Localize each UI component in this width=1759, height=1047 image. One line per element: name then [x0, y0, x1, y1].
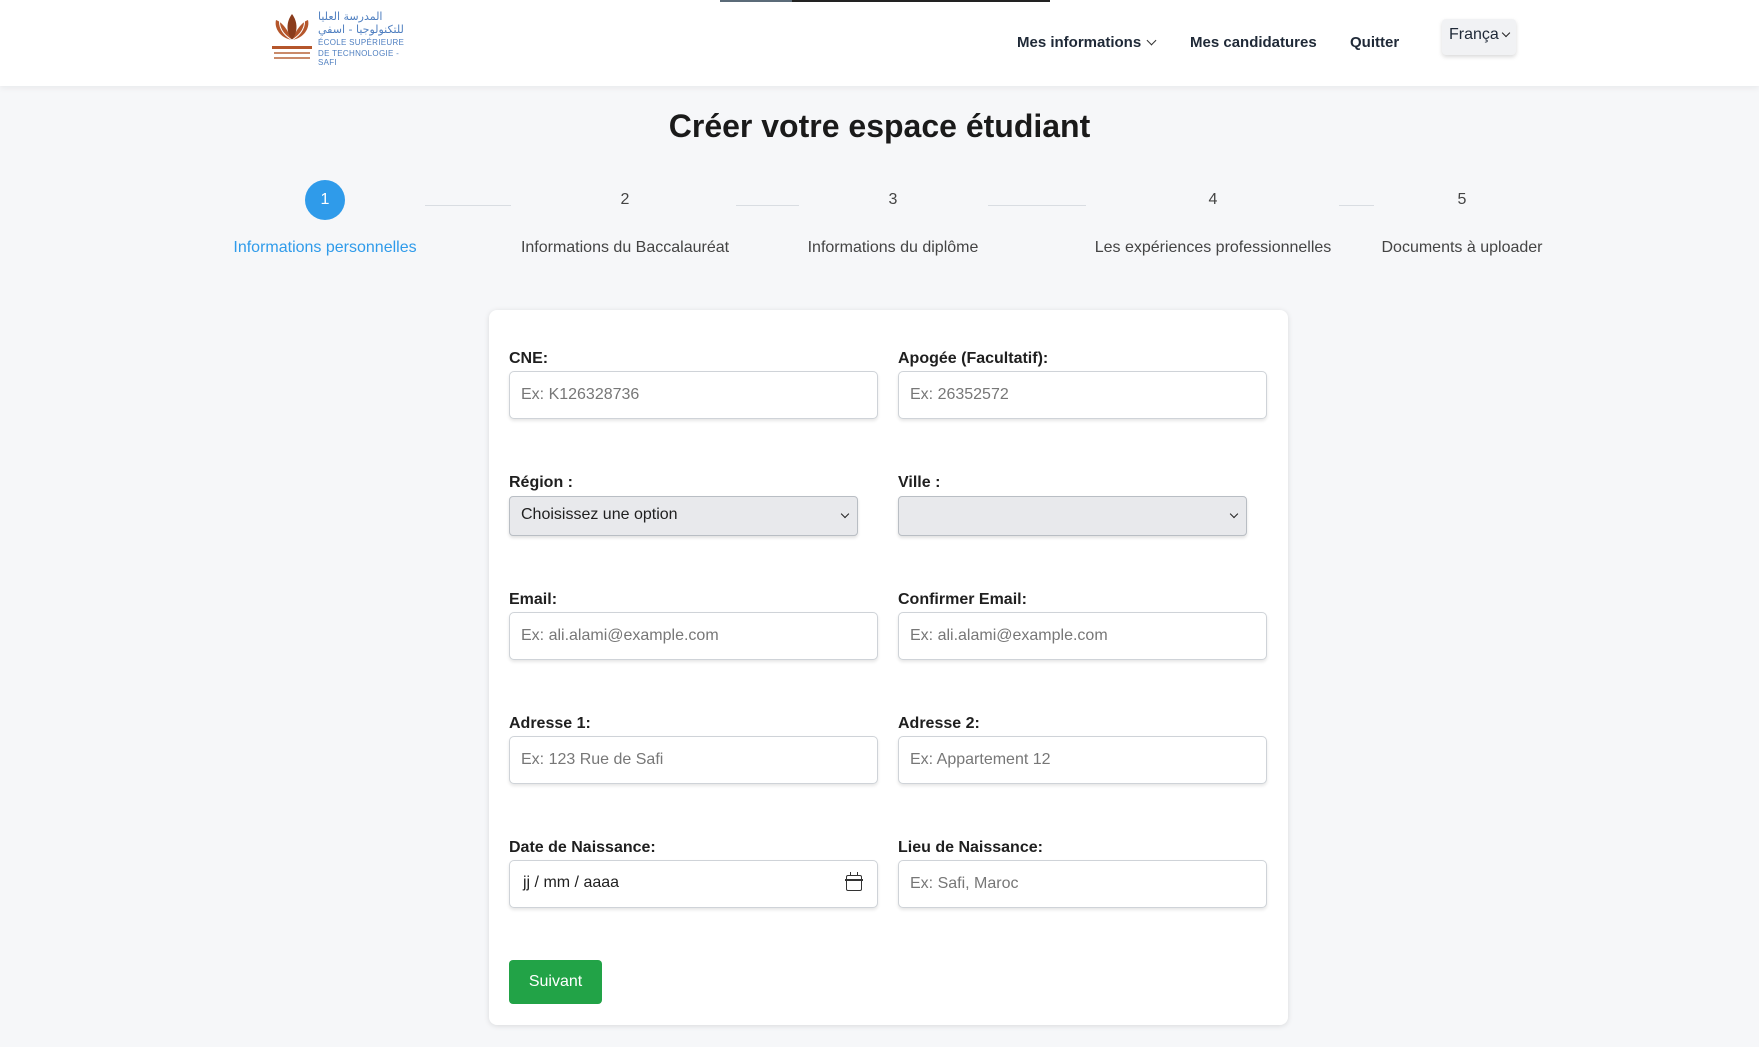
- suivant-button[interactable]: Suivant: [509, 960, 602, 1004]
- step-3[interactable]: 3 Informations du diplôme: [790, 180, 996, 257]
- step-connector: [425, 205, 511, 206]
- logo-french-line1: ÉCOLE SUPÉRIEURE: [318, 38, 405, 47]
- region-label: Région :: [509, 474, 573, 491]
- calendar-icon[interactable]: [845, 872, 863, 891]
- step-label: Informations du diplôme: [807, 239, 979, 256]
- chevron-down-icon: [1501, 28, 1511, 38]
- date-naissance-label: Date de Naissance:: [509, 839, 656, 856]
- date-naissance-value: jj / mm / aaaa: [523, 874, 620, 891]
- confirm-email-input[interactable]: [898, 612, 1267, 660]
- site-header: المدرسة العليا للتكنولوجيا - اسفي ÉCOLE …: [0, 0, 1759, 86]
- language-label: França: [1449, 26, 1499, 43]
- logo-mark-icon: [270, 10, 314, 66]
- adresse2-input[interactable]: [898, 736, 1267, 784]
- cne-label: CNE:: [509, 350, 549, 367]
- logo-text: المدرسة العليا للتكنولوجيا - اسفي ÉCOLE …: [318, 10, 410, 67]
- chevron-down-icon: [1146, 35, 1157, 46]
- email-label: Email:: [509, 591, 558, 608]
- adresse1-label: Adresse 1:: [509, 715, 591, 732]
- step-label: Les expériences professionnelles: [1094, 239, 1332, 256]
- cne-input[interactable]: [509, 371, 878, 419]
- step-2[interactable]: 2 Informations du Baccalauréat: [510, 180, 740, 257]
- top-progress-bar-accent: [720, 0, 792, 2]
- ville-label: Ville :: [898, 474, 941, 491]
- page-title: Créer votre espace étudiant: [668, 108, 1091, 144]
- nav-mes-informations[interactable]: Mes informations: [1017, 34, 1157, 51]
- step-4[interactable]: 4 Les expériences professionnelles: [1088, 180, 1338, 257]
- school-logo[interactable]: المدرسة العليا للتكنولوجيا - اسفي ÉCOLE …: [270, 10, 410, 67]
- registration-form-card: CNE: Apogée (Facultatif): Région : Chois…: [489, 310, 1288, 1025]
- step-number: 3: [888, 191, 898, 208]
- step-5[interactable]: 5 Documents à uploader: [1372, 180, 1552, 257]
- logo-arabic-line2: للتكنولوجيا - اسفي: [318, 23, 404, 36]
- language-selector[interactable]: França: [1442, 19, 1516, 55]
- apogee-label: Apogée (Facultatif):: [898, 350, 1049, 367]
- date-naissance-input[interactable]: jj / mm / aaaa: [509, 860, 878, 908]
- ville-select[interactable]: [898, 496, 1247, 536]
- step-connector: [1339, 205, 1374, 206]
- apogee-input[interactable]: [898, 371, 1267, 419]
- nav-mes-candidatures[interactable]: Mes candidatures: [1190, 34, 1317, 51]
- step-1[interactable]: 1 Informations personnelles: [225, 180, 425, 257]
- logo-arabic-line1: المدرسة العليا: [318, 10, 383, 23]
- region-selected-value: Choisissez une option: [521, 506, 678, 523]
- lieu-naissance-label: Lieu de Naissance:: [898, 839, 1043, 856]
- email-input[interactable]: [509, 612, 878, 660]
- step-label: Informations du Baccalauréat: [520, 239, 730, 256]
- step-label: Informations personnelles: [233, 239, 417, 256]
- logo-french-line2: DE TECHNOLOGIE - SAFI: [318, 49, 400, 67]
- adresse2-label: Adresse 2:: [898, 715, 980, 732]
- chevron-down-icon: [1229, 509, 1239, 519]
- lieu-naissance-input[interactable]: [898, 860, 1267, 908]
- step-number: 2: [620, 191, 630, 208]
- step-number: 5: [1457, 191, 1467, 208]
- step-number: 4: [1208, 191, 1218, 208]
- adresse1-input[interactable]: [509, 736, 878, 784]
- nav-mes-informations-label: Mes informations: [1017, 34, 1142, 51]
- nav-quitter[interactable]: Quitter: [1350, 34, 1399, 51]
- step-label: Documents à uploader: [1381, 239, 1543, 256]
- confirm-email-label: Confirmer Email:: [898, 591, 1027, 608]
- step-connector: [988, 205, 1086, 206]
- step-number: 1: [305, 180, 345, 220]
- region-select[interactable]: Choisissez une option: [509, 496, 858, 536]
- chevron-down-icon: [840, 509, 850, 519]
